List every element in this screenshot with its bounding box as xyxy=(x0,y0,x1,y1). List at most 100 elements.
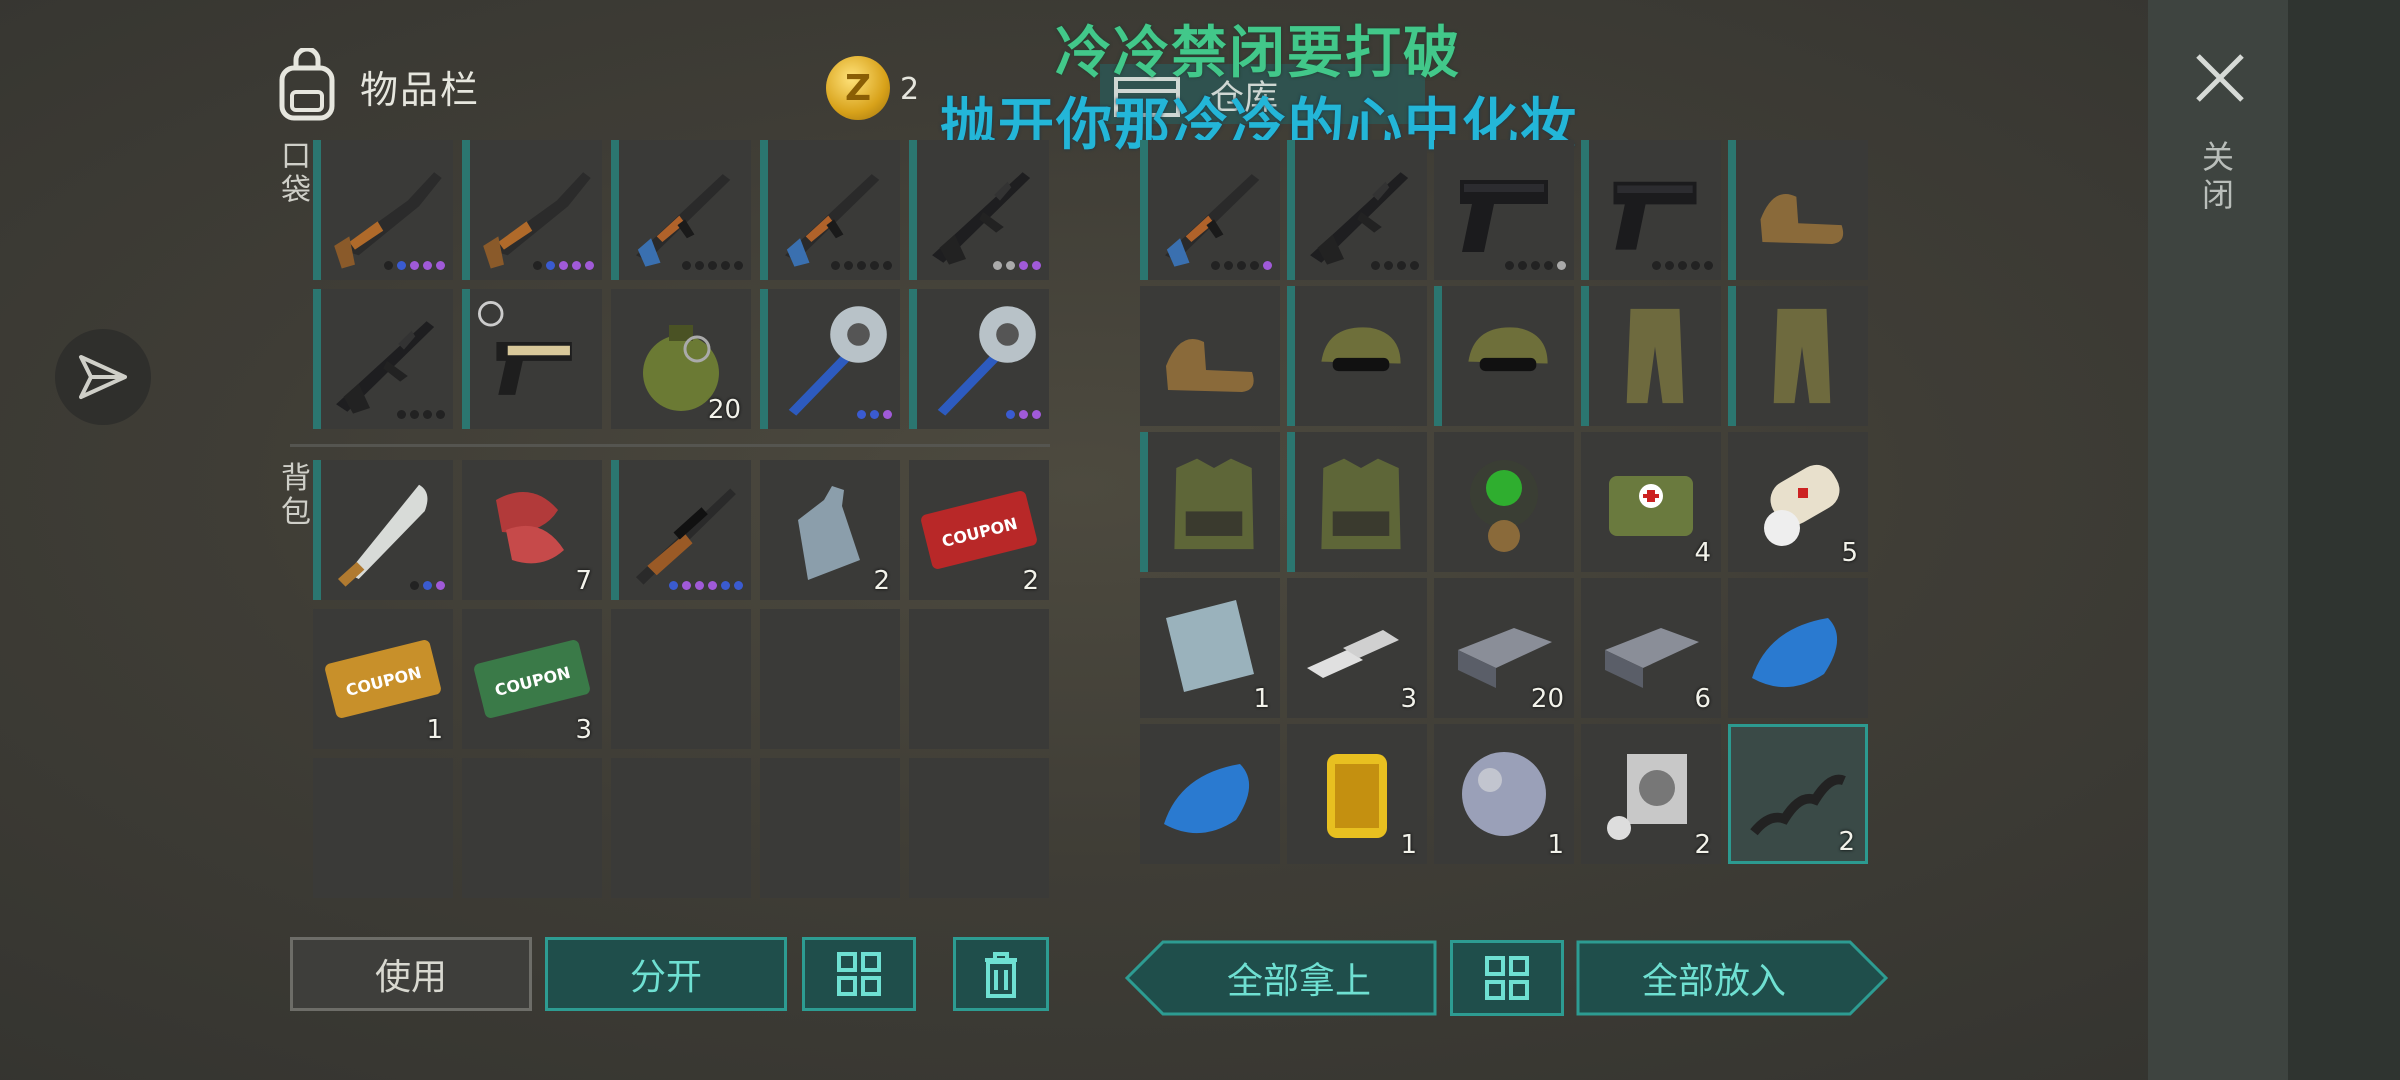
pocket-slot[interactable] xyxy=(462,289,602,429)
take-all-label: 全部拿上 xyxy=(1226,961,1371,1002)
rarity-dot xyxy=(1557,261,1566,270)
rarity-dot xyxy=(857,410,866,419)
storage-slot[interactable]: 20 xyxy=(1434,578,1574,718)
delete-button[interactable] xyxy=(953,937,1049,1011)
rarity-dot xyxy=(410,581,419,590)
sort-button[interactable] xyxy=(802,937,916,1011)
backpack-slot[interactable] xyxy=(760,609,900,749)
pocket-slot[interactable] xyxy=(462,140,602,280)
backpack-slot[interactable]: 7 xyxy=(462,460,602,600)
fuel-tank-icon xyxy=(1752,618,1838,688)
item-quantity: 1 xyxy=(426,715,443,745)
backpack-icon xyxy=(279,48,335,121)
shotgun-icon xyxy=(334,172,442,269)
put-all-button[interactable]: 全部放入 xyxy=(1576,940,1888,1016)
rarity-dot xyxy=(546,261,555,270)
backpack-slot[interactable]: COUPON 2 xyxy=(909,460,1049,600)
storage-slot[interactable] xyxy=(1434,140,1574,280)
shotgun-icon xyxy=(483,172,591,269)
rarity-dot xyxy=(1032,261,1041,270)
pocket-slot[interactable] xyxy=(760,140,900,280)
send-button[interactable] xyxy=(55,329,151,425)
pistol-gold-icon xyxy=(478,301,572,395)
storage-slot[interactable] xyxy=(1581,140,1721,280)
pocket-slot[interactable] xyxy=(760,289,900,429)
rarity-dots xyxy=(1371,261,1419,270)
storage-slot[interactable] xyxy=(1287,286,1427,426)
camo-vest-icon xyxy=(1174,458,1254,550)
rarity-dot xyxy=(423,261,432,270)
storage-slot[interactable] xyxy=(1287,140,1427,280)
rarity-dot xyxy=(1544,261,1553,270)
pocket-slot[interactable] xyxy=(909,140,1049,280)
rarity-dot xyxy=(533,261,542,270)
storage-slot[interactable]: 1 xyxy=(1434,724,1574,864)
saw-mace-icon xyxy=(788,306,887,416)
item-quantity: 1 xyxy=(1547,830,1564,860)
storage-sort-button[interactable] xyxy=(1450,940,1564,1016)
backpack-slot[interactable] xyxy=(313,758,453,898)
item-quantity: 2 xyxy=(1694,830,1711,860)
storage-slot[interactable] xyxy=(1581,286,1721,426)
rarity-dot xyxy=(1518,261,1527,270)
pocket-slot[interactable] xyxy=(909,289,1049,429)
storage-slot[interactable]: 1 xyxy=(1287,724,1427,864)
rarity-dot xyxy=(384,261,393,270)
backpack-slot[interactable] xyxy=(313,460,453,600)
backpack-slot[interactable]: COUPON 3 xyxy=(462,609,602,749)
backpack-slot[interactable]: 2 xyxy=(760,460,900,600)
backpack-slot[interactable] xyxy=(462,758,602,898)
storage-slot[interactable]: 2 xyxy=(1728,724,1868,864)
storage-slot[interactable] xyxy=(1728,140,1868,280)
rarity-dot xyxy=(844,261,853,270)
storage-slot[interactable]: 6 xyxy=(1581,578,1721,718)
close-button[interactable] xyxy=(2190,48,2250,108)
rarity-dot xyxy=(1250,261,1259,270)
take-all-button[interactable]: 全部拿上 xyxy=(1125,940,1437,1016)
rarity-dot xyxy=(1019,261,1028,270)
rarity-dot xyxy=(721,261,730,270)
rarity-dot xyxy=(397,410,406,419)
use-button[interactable]: 使用 xyxy=(290,937,532,1011)
item-quantity: 2 xyxy=(1838,827,1855,857)
storage-slot[interactable]: 3 xyxy=(1287,578,1427,718)
storage-slot[interactable] xyxy=(1140,432,1280,572)
backpack-slot[interactable]: COUPON 1 xyxy=(313,609,453,749)
pocket-slot[interactable]: 20 xyxy=(611,289,751,429)
item-quantity: 20 xyxy=(1530,684,1564,714)
rarity-dot xyxy=(857,261,866,270)
backpack-slot[interactable] xyxy=(611,758,751,898)
backpack-slot[interactable] xyxy=(611,460,751,600)
rarity-dot xyxy=(397,261,406,270)
storage-slot[interactable] xyxy=(1728,286,1868,426)
rarity-dots xyxy=(397,410,445,419)
rarity-dot xyxy=(682,261,691,270)
storage-slot[interactable] xyxy=(1140,286,1280,426)
storage-slot[interactable] xyxy=(1140,724,1280,864)
pocket-slot[interactable] xyxy=(611,140,751,280)
pocket-slot[interactable] xyxy=(313,289,453,429)
backpack-slot[interactable] xyxy=(611,609,751,749)
camo-cap-icon xyxy=(1321,327,1401,372)
storage-slot[interactable] xyxy=(1434,286,1574,426)
storage-slot[interactable]: 4 xyxy=(1581,432,1721,572)
rarity-dot xyxy=(1211,261,1220,270)
backpack-slot[interactable] xyxy=(909,758,1049,898)
boots-icon xyxy=(1166,339,1254,392)
storage-slot[interactable]: 1 xyxy=(1140,578,1280,718)
rarity-dots xyxy=(1006,410,1041,419)
storage-slot[interactable] xyxy=(1287,432,1427,572)
storage-slot[interactable]: 5 xyxy=(1728,432,1868,572)
backpack-slot[interactable] xyxy=(909,609,1049,749)
storage-slot[interactable] xyxy=(1728,578,1868,718)
storage-slot[interactable] xyxy=(1434,432,1574,572)
storage-slot[interactable] xyxy=(1140,140,1280,280)
item-quantity: 4 xyxy=(1694,538,1711,568)
backpack-slot[interactable] xyxy=(760,758,900,898)
rarity-dot xyxy=(1397,261,1406,270)
rarity-dot xyxy=(870,261,879,270)
storage-slot[interactable]: 2 xyxy=(1581,724,1721,864)
split-button[interactable]: 分开 xyxy=(545,937,787,1011)
rarity-dot xyxy=(1665,261,1674,270)
pocket-slot[interactable] xyxy=(313,140,453,280)
